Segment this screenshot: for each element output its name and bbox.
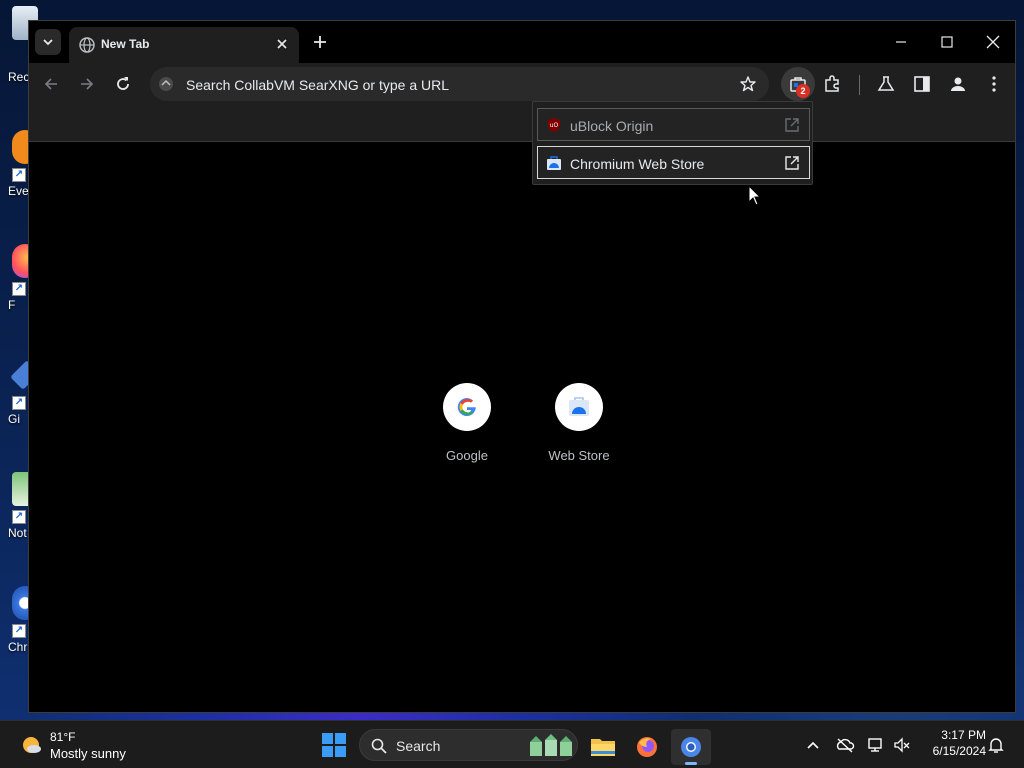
svg-text:uO: uO	[550, 122, 559, 129]
firefox-icon	[637, 737, 657, 757]
start-button[interactable]	[321, 732, 347, 758]
clock-time: 3:17 PM	[941, 728, 986, 742]
popup-item-ublock-origin[interactable]: uO uBlock Origin	[537, 108, 810, 141]
popup-item-label: Chromium Web Store	[570, 156, 705, 172]
mouse-cursor-icon	[748, 185, 762, 206]
profile-icon[interactable]	[948, 74, 968, 94]
close-window-icon[interactable]	[978, 29, 1008, 55]
taskbar-search[interactable]: Search	[359, 729, 578, 761]
shortcut-web-store[interactable]: Web Store	[534, 383, 624, 473]
popup-item-label: uBlock Origin	[570, 118, 654, 134]
web-store-icon	[569, 397, 589, 416]
search-engine-icon	[159, 77, 173, 91]
active-app-indicator	[685, 762, 697, 765]
toolbar-separator	[859, 75, 860, 95]
toolbar: Search CollabVM SearXNG or type a URL 2	[29, 63, 1015, 105]
volume-muted-icon[interactable]	[892, 735, 912, 755]
google-icon-tile	[443, 383, 491, 431]
sunny-weather-icon	[23, 737, 41, 753]
omnibox[interactable]: Search CollabVM SearXNG or type a URL	[150, 67, 769, 101]
extensions-popup: uO uBlock Origin Chromium Web Store	[532, 101, 813, 185]
back-icon[interactable]	[41, 74, 61, 94]
chromium-web-store-icon	[547, 156, 561, 170]
globe-icon	[79, 37, 95, 53]
shortcut-arrow-icon: ↗	[12, 510, 26, 524]
taskbar-chromium[interactable]	[671, 729, 711, 765]
weather-temp: 81°F	[50, 730, 76, 744]
tab-search-button[interactable]	[35, 29, 61, 55]
shortcut-arrow-icon: ↗	[12, 168, 26, 182]
bookmark-bar	[29, 105, 1015, 142]
shortcut-arrow-icon: ↗	[12, 624, 26, 638]
star-icon[interactable]	[739, 75, 757, 93]
open-external-icon[interactable]	[783, 116, 801, 134]
weather-condition: Mostly sunny	[50, 746, 126, 761]
minimize-icon[interactable]	[886, 29, 916, 55]
search-icon	[371, 738, 387, 754]
taskbar-search-label: Search	[396, 738, 441, 754]
side-panel-icon[interactable]	[912, 74, 932, 94]
taskbar-file-explorer[interactable]	[583, 729, 623, 765]
tab-strip: New Tab	[29, 21, 1015, 63]
omnibox-placeholder: Search CollabVM SearXNG or type a URL	[186, 77, 449, 93]
chevron-up-icon[interactable]	[803, 735, 823, 755]
weather-widget[interactable]: 81°F Mostly sunny	[18, 729, 148, 763]
plus-icon[interactable]	[309, 31, 331, 53]
ublock-origin-icon: uO	[548, 118, 560, 132]
puzzle-icon[interactable]	[823, 74, 843, 94]
search-highlight-icon	[530, 734, 572, 756]
onedrive-offline-icon[interactable]	[835, 735, 855, 755]
tab-new-tab[interactable]: New Tab	[69, 27, 299, 63]
reload-icon[interactable]	[113, 74, 133, 94]
forward-icon[interactable]	[77, 74, 97, 94]
google-icon	[457, 398, 476, 417]
popup-item-chromium-web-store[interactable]: Chromium Web Store	[537, 146, 810, 179]
shortcut-arrow-icon: ↗	[12, 282, 26, 296]
chromium-icon	[681, 737, 701, 757]
menu-icon[interactable]	[984, 74, 1004, 94]
tab-title: New Tab	[101, 37, 150, 51]
file-explorer-icon	[591, 739, 615, 756]
open-external-icon[interactable]	[783, 154, 801, 172]
shortcut-label: Web Store	[548, 448, 610, 463]
taskbar: 81°F Mostly sunny Search 3:17 PM 6/15/20…	[0, 720, 1024, 768]
shortcut-arrow-icon: ↗	[12, 396, 26, 410]
extensions-badge: 2	[796, 84, 810, 98]
network-icon[interactable]	[866, 735, 886, 755]
maximize-icon[interactable]	[932, 29, 962, 55]
taskbar-clock[interactable]: 3:17 PM 6/15/2024	[920, 728, 986, 758]
notification-bell-icon[interactable]	[986, 735, 1006, 755]
shortcut-google[interactable]: Google	[422, 383, 512, 473]
close-icon[interactable]	[273, 35, 291, 53]
clock-date: 6/15/2024	[932, 744, 986, 758]
browser-window: New Tab Search CollabVM SearXNG or type …	[28, 20, 1016, 713]
labs-icon[interactable]	[876, 74, 896, 94]
shortcut-label: Google	[446, 448, 488, 463]
taskbar-firefox[interactable]	[627, 729, 667, 765]
tab-search-icon	[43, 39, 53, 46]
web-store-icon-tile	[555, 383, 603, 431]
